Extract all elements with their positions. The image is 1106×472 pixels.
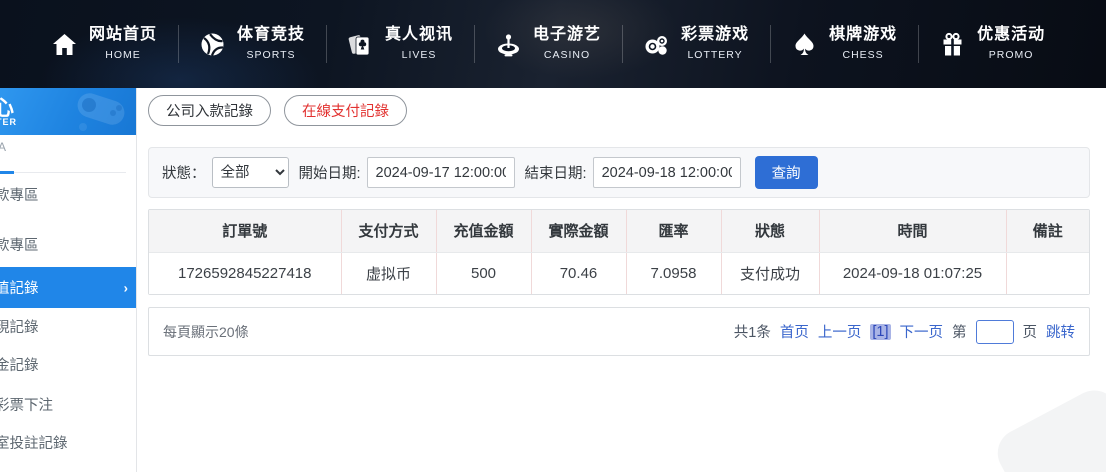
nav-subtitle: PROMO <box>988 49 1034 61</box>
end-date-label: 結束日期: <box>524 166 587 182</box>
cell-exchange-rate: 7.0958 <box>626 252 722 294</box>
pager: 共1条 首页 上一页 [1] 下一页 第 页 跳转 <box>733 319 1075 344</box>
background-watermark <box>989 382 1106 472</box>
col-exchange-rate: 匯率 <box>626 210 722 253</box>
col-recharge-amount: 充值金額 <box>436 210 532 253</box>
home-icon <box>53 33 76 55</box>
sidebar-item-room-bet-records[interactable]: 室投註記錄 <box>0 434 136 454</box>
nav-title: 棋牌游戏 <box>829 26 898 43</box>
sidebar-item-withdrawal-records[interactable]: 現記錄 <box>0 318 136 338</box>
nav-title: 彩票游戏 <box>681 26 750 43</box>
nav-subtitle: HOME <box>105 49 141 61</box>
nav-menu: 网站首页 HOME 体育竞技 SPORTS 真人视讯 LIVES 电子游艺 CA… <box>0 0 1106 88</box>
nav-title: 电子游艺 <box>533 26 602 43</box>
col-order-number: 訂單號 <box>149 210 342 253</box>
col-actual-amount: 實際金額 <box>531 210 627 253</box>
jump-prefix-text: 第 <box>952 325 967 341</box>
first-page-link[interactable]: 首页 <box>780 321 809 342</box>
nav-subtitle: CHESS <box>842 49 884 61</box>
col-status: 狀態 <box>721 210 820 253</box>
search-button[interactable]: 查詢 <box>754 156 818 189</box>
nav-item-sports[interactable]: 体育竞技 SPORTS <box>178 22 326 66</box>
jump-button[interactable]: 跳转 <box>1046 321 1075 342</box>
sidebar-item-recharge-records[interactable]: 值記錄 › <box>0 267 136 308</box>
nav-item-home[interactable]: 网站首页 HOME <box>30 22 178 66</box>
cell-status: 支付成功 <box>721 252 820 294</box>
record-tabs: 公司入款記錄 在線支付記錄 <box>148 95 407 126</box>
spade-icon <box>795 33 814 55</box>
nav-item-promo[interactable]: 优惠活动 PROMO <box>918 22 1066 66</box>
cell-remark <box>1006 252 1089 294</box>
table-row: 1726592845227418 虚拟币 500 70.46 7.0958 支付… <box>149 252 1089 294</box>
per-page-text: 每頁顯示20條 <box>163 323 249 340</box>
cell-actual-amount: 70.46 <box>531 252 627 294</box>
start-date-input[interactable] <box>366 157 515 188</box>
total-count-text: 共1条 <box>733 325 771 341</box>
main-content: 公司入款記錄 在線支付記錄 狀態： 全部 開始日期: 結束日期: 查詢 訂單號 … <box>137 88 1106 472</box>
sidebar-item-bonus-records[interactable]: 金記錄 <box>0 356 136 376</box>
col-time: 時間 <box>819 210 1007 253</box>
filter-bar: 狀態： 全部 開始日期: 結束日期: 查詢 <box>148 147 1090 198</box>
nav-item-casino[interactable]: 电子游艺 CASINO <box>474 22 622 66</box>
col-remark: 備註 <box>1006 210 1089 253</box>
records-table: 訂單號 支付方式 充值金額 實際金額 匯率 狀態 時間 備註 172659284… <box>148 209 1090 295</box>
status-select[interactable]: 全部 <box>211 157 289 188</box>
sidebar: 心 TER A 款專區 款專區 值記錄 › 現記錄 金記錄 彩票下注 室投註記錄 <box>0 88 137 472</box>
sidebar-item-deposit-zone[interactable]: 款專區 <box>0 186 136 206</box>
roulette-icon <box>498 33 520 56</box>
start-date-label: 開始日期: <box>298 166 361 182</box>
status-label: 狀態： <box>162 166 206 182</box>
col-payment-method: 支付方式 <box>341 210 437 253</box>
nav-item-chess[interactable]: 棋牌游戏 CHESS <box>770 22 918 66</box>
nav-subtitle: LIVES <box>401 49 437 61</box>
cell-payment-method: 虚拟币 <box>341 252 437 294</box>
nav-item-lottery[interactable]: 彩票游戏 LOTTERY <box>622 22 770 66</box>
chevron-right-icon: › <box>123 280 128 295</box>
nav-title: 真人视讯 <box>385 26 454 43</box>
sports-ball-icon <box>201 33 224 56</box>
jump-suffix-text: 页 <box>1022 325 1038 341</box>
playing-cards-icon <box>348 34 370 55</box>
tab-online-payment-records[interactable]: 在線支付記錄 <box>284 95 407 126</box>
top-navigation: 网站首页 HOME 体育竞技 SPORTS 真人视讯 LIVES 电子游艺 CA… <box>0 0 1106 88</box>
end-date-input[interactable] <box>592 157 741 188</box>
jump-page-input[interactable] <box>975 319 1014 344</box>
table-header-row: 訂單號 支付方式 充值金額 實際金額 匯率 狀態 時間 備註 <box>149 210 1089 253</box>
cell-recharge-amount: 500 <box>436 252 532 294</box>
nav-title: 网站首页 <box>89 26 158 43</box>
account-fragment: A <box>0 140 6 154</box>
cell-order-number: 1726592845227418 <box>149 252 342 294</box>
tab-company-deposit-records[interactable]: 公司入款記錄 <box>148 95 271 126</box>
nav-title: 体育竞技 <box>237 26 306 43</box>
nav-subtitle: CASINO <box>543 49 591 61</box>
next-page-link[interactable]: 下一页 <box>900 321 944 342</box>
sidebar-item-withdraw-zone[interactable]: 款專區 <box>0 236 136 256</box>
lottery-balls-icon <box>645 35 668 55</box>
cell-time: 2024-09-18 01:07:25 <box>819 252 1007 294</box>
nav-title: 优惠活动 <box>977 26 1046 43</box>
prev-page-link[interactable]: 上一页 <box>818 321 862 342</box>
sidebar-divider <box>0 171 126 174</box>
sidebar-item-lottery-bets[interactable]: 彩票下注 <box>0 396 136 416</box>
pagination-bar: 每頁顯示20條 共1条 首页 上一页 [1] 下一页 第 页 跳转 <box>148 307 1090 356</box>
nav-subtitle: SPORTS <box>246 49 296 61</box>
nav-item-lives[interactable]: 真人视讯 LIVES <box>326 22 474 66</box>
gamepad-icon <box>77 93 125 131</box>
gift-icon <box>943 32 962 55</box>
sidebar-header: 心 TER <box>0 88 136 135</box>
nav-subtitle: LOTTERY <box>687 49 743 61</box>
current-page-badge: [1] <box>870 323 891 340</box>
sidebar-header-subtitle: TER <box>0 117 17 127</box>
sidebar-item-label: 值記錄 <box>0 281 39 297</box>
